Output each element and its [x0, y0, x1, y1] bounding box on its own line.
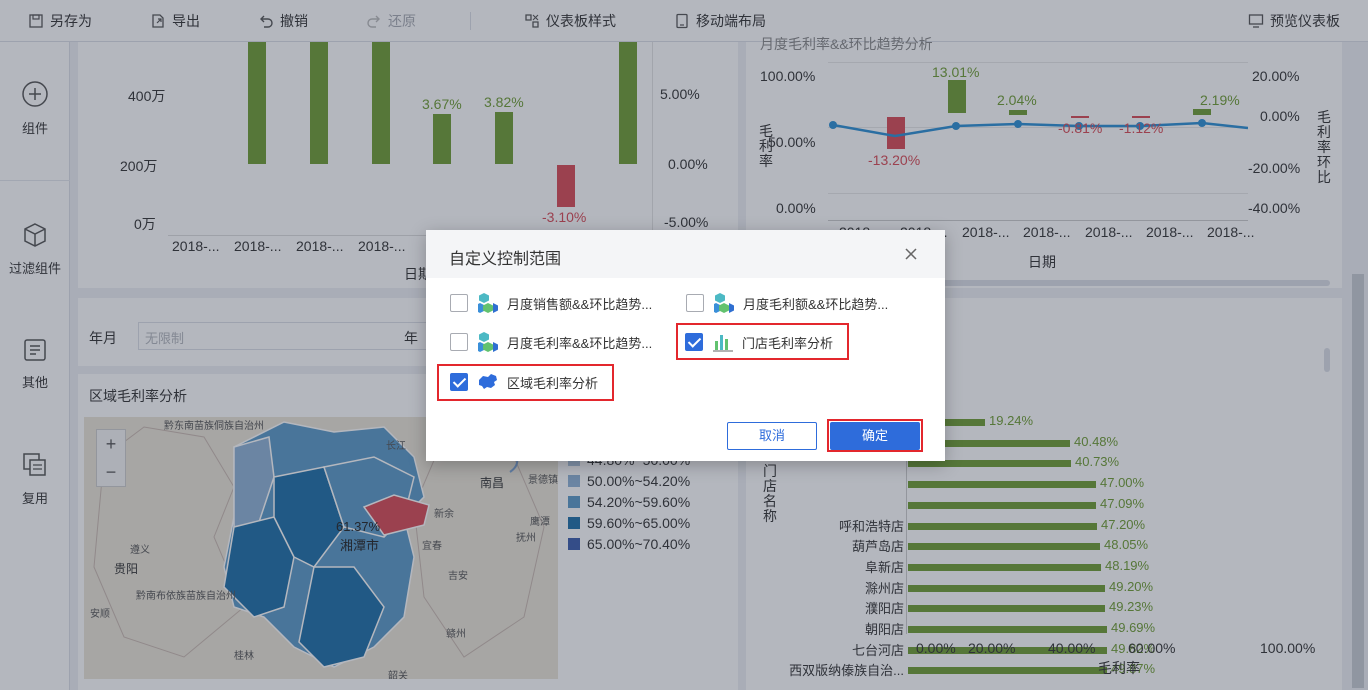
option-monthly-margin-rate[interactable]: 月度毛利率&&环比趋势...	[450, 331, 652, 353]
highlight-box	[827, 419, 923, 452]
cube-cluster-icon	[478, 332, 498, 352]
highlight-box	[676, 323, 849, 360]
custom-control-scope-dialog: 自定义控制范围 月度销售额&&环比趋势... 月度毛利额&&环比趋势... 月度…	[426, 230, 945, 461]
option-checkbox[interactable]	[450, 333, 468, 351]
dialog-title: 自定义控制范围	[449, 251, 562, 268]
close-icon[interactable]	[904, 247, 918, 261]
highlight-box	[437, 364, 614, 401]
cancel-button[interactable]: 取消	[727, 422, 817, 450]
option-monthly-gross-profit[interactable]: 月度毛利额&&环比趋势...	[686, 292, 888, 314]
option-monthly-sales[interactable]: 月度销售额&&环比趋势...	[450, 292, 652, 314]
option-checkbox[interactable]	[686, 294, 704, 312]
dialog-header: 自定义控制范围	[426, 230, 945, 278]
cube-cluster-icon	[714, 293, 734, 313]
cube-cluster-icon	[478, 293, 498, 313]
option-checkbox[interactable]	[450, 294, 468, 312]
